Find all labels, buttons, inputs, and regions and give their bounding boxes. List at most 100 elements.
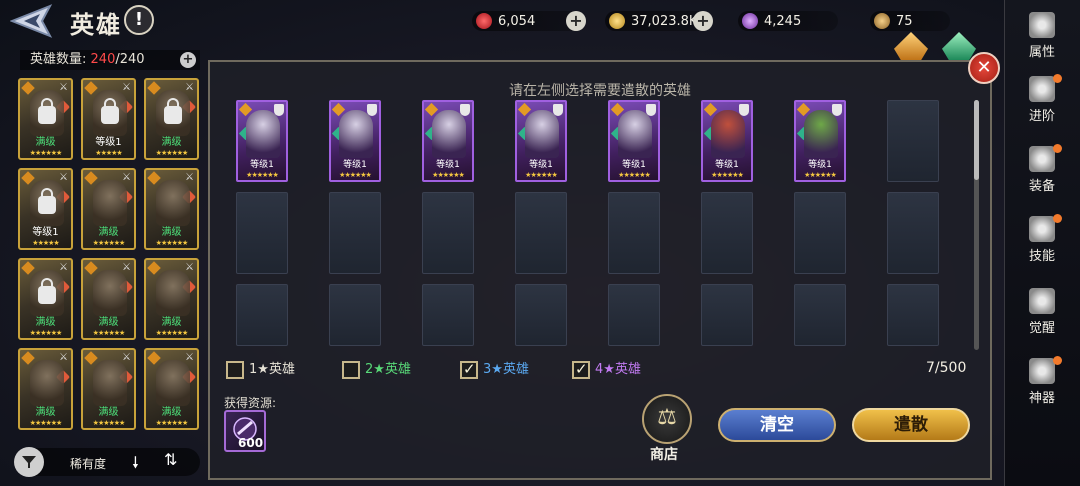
empty-slot	[236, 284, 288, 346]
rank-badge-icon	[147, 171, 161, 185]
hero-card[interactable]: ⚔ 等级1 ★★★★★	[18, 168, 73, 250]
checkbox[interactable]	[460, 360, 478, 379]
dialog-title: 请在左侧选择需要遣散的英雄	[509, 83, 691, 99]
filter-icon	[22, 456, 36, 468]
empty-slot	[794, 284, 846, 346]
hero-level: 满级	[98, 407, 119, 418]
selected-hero-slot[interactable]: 等级1 ★★★★★★	[608, 100, 660, 182]
gold-counter: 37,023.8K +	[605, 11, 713, 31]
close-dialog-button[interactable]: ✕	[968, 52, 1000, 84]
filter-star-2[interactable]: 2★英雄	[342, 358, 411, 380]
add-gold-button[interactable]: +	[693, 11, 713, 31]
side-menu-item[interactable]: 属性	[1008, 6, 1076, 66]
checkbox[interactable]	[572, 360, 590, 379]
side-menu-item[interactable]: 神器	[1008, 352, 1076, 412]
selected-hero-slot[interactable]: 等级1 ★★★★★★	[236, 100, 288, 182]
hero-level: 满级	[161, 317, 182, 328]
help-button[interactable]: !	[124, 5, 154, 35]
hero-card[interactable]: ⚔ 满级 ★★★★★★	[144, 168, 199, 250]
class-icon: ⚔	[122, 172, 131, 183]
menu-icon	[1029, 288, 1055, 314]
filter-star-1[interactable]: 1★英雄	[226, 358, 295, 380]
faction-nature-icon[interactable]	[942, 32, 976, 60]
hero-card[interactable]: ⚔ 满级 ★★★★★★	[81, 168, 136, 250]
hero-stars: ★★★★★	[95, 149, 122, 157]
selected-hero-slot[interactable]: 等级1 ★★★★★★	[701, 100, 753, 182]
rank-badge-icon	[21, 261, 35, 275]
hero-level: 等级1	[529, 160, 553, 170]
hero-level: 满级	[98, 227, 119, 238]
hero-stars: ★★★★★★	[155, 329, 189, 337]
hero-portrait	[804, 110, 838, 158]
selected-hero-slot[interactable]: 等级1 ★★★★★★	[794, 100, 846, 182]
empty-slot	[608, 284, 660, 346]
reverse-order-button[interactable]: ⇅	[164, 450, 177, 469]
side-menu-item[interactable]: 技能	[1008, 210, 1076, 270]
menu-label: 神器	[1028, 391, 1055, 406]
hero-level: 满级	[35, 137, 56, 148]
add-ruby-button[interactable]: +	[566, 11, 586, 31]
hero-portrait	[339, 110, 373, 158]
side-menu-item[interactable]: 装备	[1008, 140, 1076, 200]
hero-card[interactable]: ⚔ 满级 ★★★★★★	[81, 348, 136, 430]
hero-level: 等级1	[250, 160, 274, 170]
scroll-counter: 75	[870, 11, 950, 31]
hero-card[interactable]: ⚔ 满级 ★★★★★★	[18, 258, 73, 340]
slot-scroll-thumb[interactable]	[974, 100, 979, 180]
rank-badge-icon	[84, 171, 98, 185]
checkbox[interactable]	[342, 360, 360, 379]
hero-stars: ★★★★★★	[711, 171, 744, 179]
dismiss-button[interactable]: 遣散	[852, 408, 970, 442]
hero-card[interactable]: ⚔ 满级 ★★★★★★	[18, 348, 73, 430]
checkbox[interactable]	[226, 360, 244, 379]
rank-badge-icon	[21, 81, 35, 95]
filter-star-4[interactable]: 4★英雄	[572, 358, 641, 380]
notification-dot-icon	[1053, 74, 1062, 83]
empty-slot	[887, 100, 939, 182]
side-menu-item[interactable]: 觉醒	[1008, 282, 1076, 342]
clear-button[interactable]: 清空	[718, 408, 836, 442]
filter-button[interactable]	[14, 447, 44, 477]
rank-badge-icon	[147, 81, 161, 95]
filter-label: 英雄	[384, 362, 411, 377]
empty-slot	[422, 192, 474, 274]
hero-card[interactable]: ⚔ 满级 ★★★★★★	[144, 78, 199, 160]
hero-stars: ★★★★★★	[29, 419, 63, 427]
hero-portrait	[93, 270, 127, 316]
hero-card[interactable]: ⚔ 满级 ★★★★★★	[18, 78, 73, 160]
resource-amount: 600	[238, 436, 264, 450]
back-button[interactable]	[9, 4, 56, 38]
selected-hero-slot[interactable]: 等级1 ★★★★★★	[329, 100, 381, 182]
menu-icon	[1029, 216, 1055, 242]
filter-label: 英雄	[268, 362, 295, 377]
empty-slot	[422, 284, 474, 346]
hero-level: 等级1	[808, 160, 832, 170]
class-icon: ⚔	[122, 262, 131, 273]
hero-card[interactable]: ⚔ 满级 ★★★★★★	[144, 348, 199, 430]
hero-stars: ★★★★★★	[155, 419, 189, 427]
hero-card[interactable]: ⚔ 等级1 ★★★★★	[81, 78, 136, 160]
selected-hero-slot[interactable]: 等级1 ★★★★★★	[422, 100, 474, 182]
hero-card[interactable]: ⚔ 满级 ★★★★★★	[81, 258, 136, 340]
filter-label: 英雄	[502, 362, 529, 377]
lock-icon	[38, 188, 56, 214]
hero-card[interactable]: ⚔ 满级 ★★★★★★	[144, 258, 199, 340]
side-menu-item[interactable]: 进阶	[1008, 70, 1076, 130]
expand-hero-slots-button[interactable]: +	[180, 52, 196, 68]
hero-stars: ★★★★★★	[339, 171, 372, 179]
empty-slot	[236, 192, 288, 274]
hero-portrait	[618, 110, 652, 158]
filter-star-3[interactable]: 3★英雄	[460, 358, 529, 380]
menu-label: 装备	[1028, 179, 1055, 194]
hero-stars: ★★★★★★	[618, 171, 651, 179]
sort-direction-icon[interactable]: 🠗	[132, 452, 139, 479]
hero-level: 等级1	[32, 227, 59, 238]
shop-button[interactable]: ⚖	[642, 394, 692, 444]
empty-slot	[887, 192, 939, 274]
empty-slot	[701, 192, 753, 274]
star-icon: ★	[257, 362, 269, 377]
hero-stars: ★★★★★	[32, 239, 59, 247]
sort-rarity-dropdown[interactable]: 稀有度	[70, 455, 106, 472]
faction-fire-icon[interactable]	[894, 32, 928, 60]
selected-hero-slot[interactable]: 等级1 ★★★★★★	[515, 100, 567, 182]
